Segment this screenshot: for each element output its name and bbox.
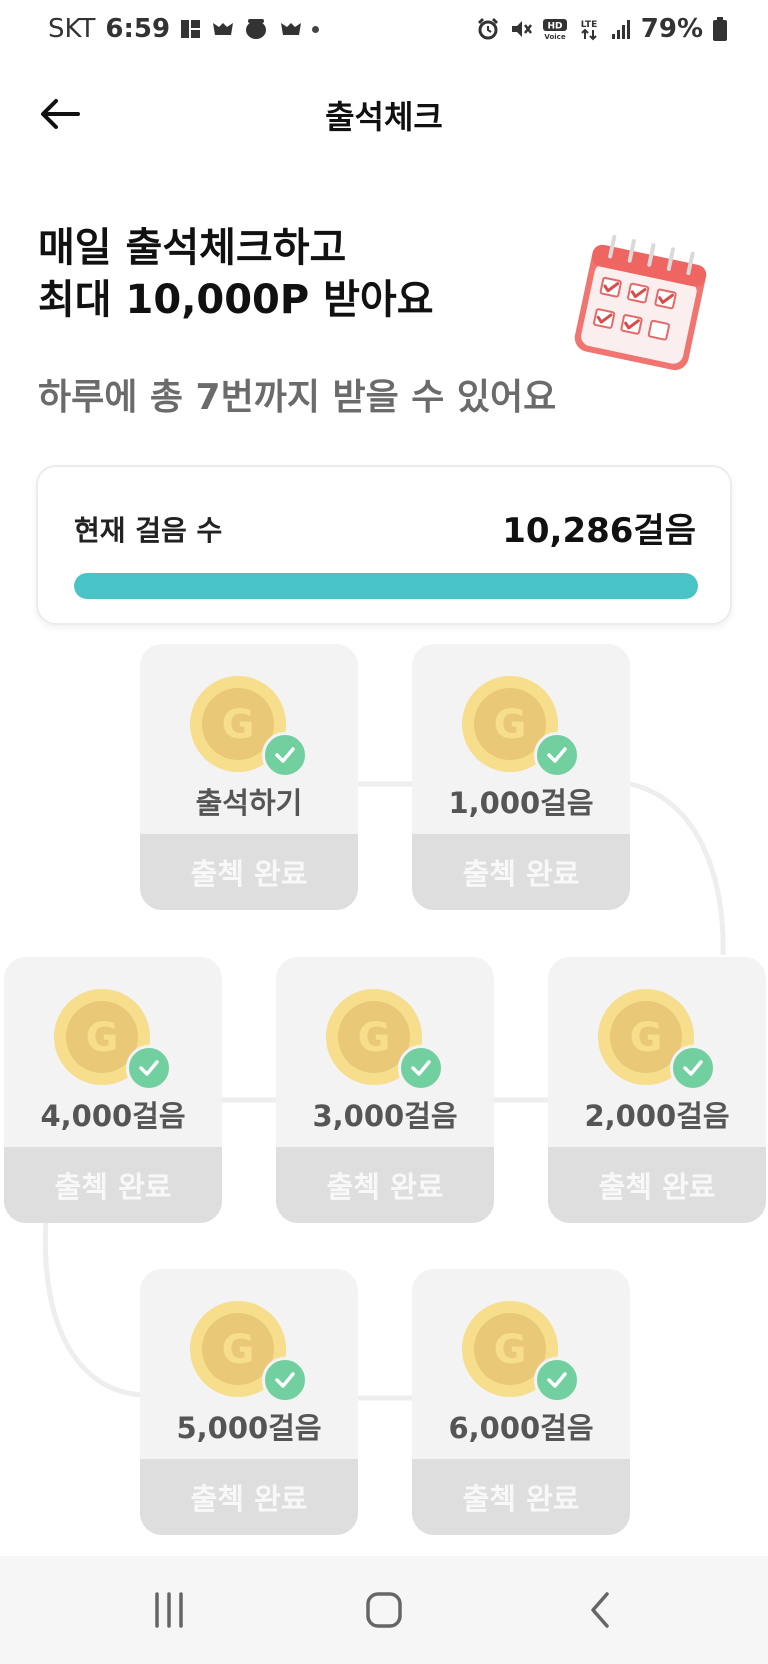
steps-label: 현재 걸음 수 (74, 514, 223, 547)
reward-status: 출첵 완료 (276, 1147, 494, 1223)
reward-label: 6,000걸음 (448, 1411, 594, 1445)
mute-icon (511, 21, 532, 37)
home-button[interactable] (354, 1582, 414, 1638)
game-icon (213, 23, 234, 35)
recents-button[interactable] (139, 1582, 199, 1638)
check-icon (534, 732, 580, 778)
status-left: SKT 6:59 (48, 14, 320, 44)
status-bar: SKT 6:59 HD Voice LTE 79% (0, 0, 768, 62)
steps-value: 10,286걸음 (502, 511, 696, 551)
signal-icon (611, 20, 630, 39)
steps-progress-fill (74, 573, 698, 599)
status-right: HD Voice LTE 79% (476, 14, 728, 44)
reward-tile-6000[interactable]: G 6,000걸음 출첵 완료 (412, 1269, 630, 1535)
reward-tile-5000[interactable]: G 5,000걸음 출첵 완료 (140, 1269, 358, 1535)
reward-tile-2000[interactable]: G 2,000걸음 출첵 완료 (548, 957, 766, 1223)
reward-label: 2,000걸음 (584, 1099, 730, 1133)
headline-line-2: 최대 10,000P 받아요 (38, 277, 434, 323)
intro-headline: 매일 출석체크하고 최대 10,000P 받아요 (38, 222, 578, 326)
reward-status: 출첵 완료 (412, 834, 630, 910)
app-header: 출석체크 (0, 78, 768, 150)
check-icon (534, 1357, 580, 1403)
reward-status: 출첵 완료 (140, 834, 358, 910)
svg-text:Voice: Voice (544, 33, 565, 41)
battery-percent: 79% (640, 14, 703, 44)
back-nav-button[interactable] (570, 1582, 630, 1638)
home-icon (366, 1592, 402, 1628)
calendar-icon (574, 234, 707, 371)
recents-icon (155, 1592, 183, 1628)
reward-tile-3000[interactable]: G 3,000걸음 출첵 완료 (276, 957, 494, 1223)
reward-label: 3,000걸음 (312, 1099, 458, 1133)
dot-icon (312, 25, 320, 33)
check-icon (262, 1357, 308, 1403)
svg-text:G: G (494, 702, 527, 748)
steps-progress-bar (74, 573, 698, 599)
reward-status: 출첵 완료 (548, 1147, 766, 1223)
svg-text:G: G (358, 1015, 391, 1061)
svg-text:HD: HD (547, 22, 562, 32)
reward-label: 4,000걸음 (40, 1099, 186, 1133)
carrier-label: SKT (48, 14, 96, 44)
page-title: 출석체크 (325, 98, 443, 136)
back-icon (591, 1592, 609, 1628)
check-icon (126, 1045, 172, 1091)
check-icon (670, 1045, 716, 1091)
reward-label: 5,000걸음 (176, 1411, 322, 1445)
hd-voice-icon: HDVoice (542, 19, 567, 41)
reward-label: 출석하기 (195, 786, 303, 820)
svg-text:G: G (222, 702, 255, 748)
svg-text:G: G (86, 1015, 119, 1061)
notification-icons (180, 17, 320, 41)
steps-card: 현재 걸음 수 10,286걸음 (36, 465, 732, 625)
system-nav-bar (0, 1556, 768, 1664)
gallery-icon (181, 20, 201, 38)
svg-text:G: G (630, 1015, 663, 1061)
headline-line-1: 매일 출석체크하고 (38, 225, 347, 271)
clock: 6:59 (105, 14, 171, 44)
reward-tile-checkin[interactable]: G 출석하기 출첵 완료 (140, 644, 358, 910)
reward-status: 출첵 완료 (140, 1459, 358, 1535)
intro-subtitle: 하루에 총 7번까지 받을 수 있어요 (38, 377, 557, 418)
reward-status: 출첵 완료 (4, 1147, 222, 1223)
svg-text:G: G (494, 1327, 527, 1373)
lte-icon: LTE (580, 20, 597, 41)
check-icon (398, 1045, 444, 1091)
cup-icon (246, 19, 267, 39)
battery-icon (713, 17, 727, 41)
reward-tile-1000[interactable]: G 1,000걸음 출첵 완료 (412, 644, 630, 910)
check-icon (262, 732, 308, 778)
game-icon (281, 23, 302, 35)
svg-text:LTE: LTE (580, 20, 597, 30)
alarm-icon (477, 17, 498, 40)
reward-label: 1,000걸음 (448, 786, 594, 820)
svg-text:G: G (222, 1327, 255, 1373)
reward-tile-4000[interactable]: G 4,000걸음 출첵 완료 (4, 957, 222, 1223)
reward-status: 출첵 완료 (412, 1459, 630, 1535)
